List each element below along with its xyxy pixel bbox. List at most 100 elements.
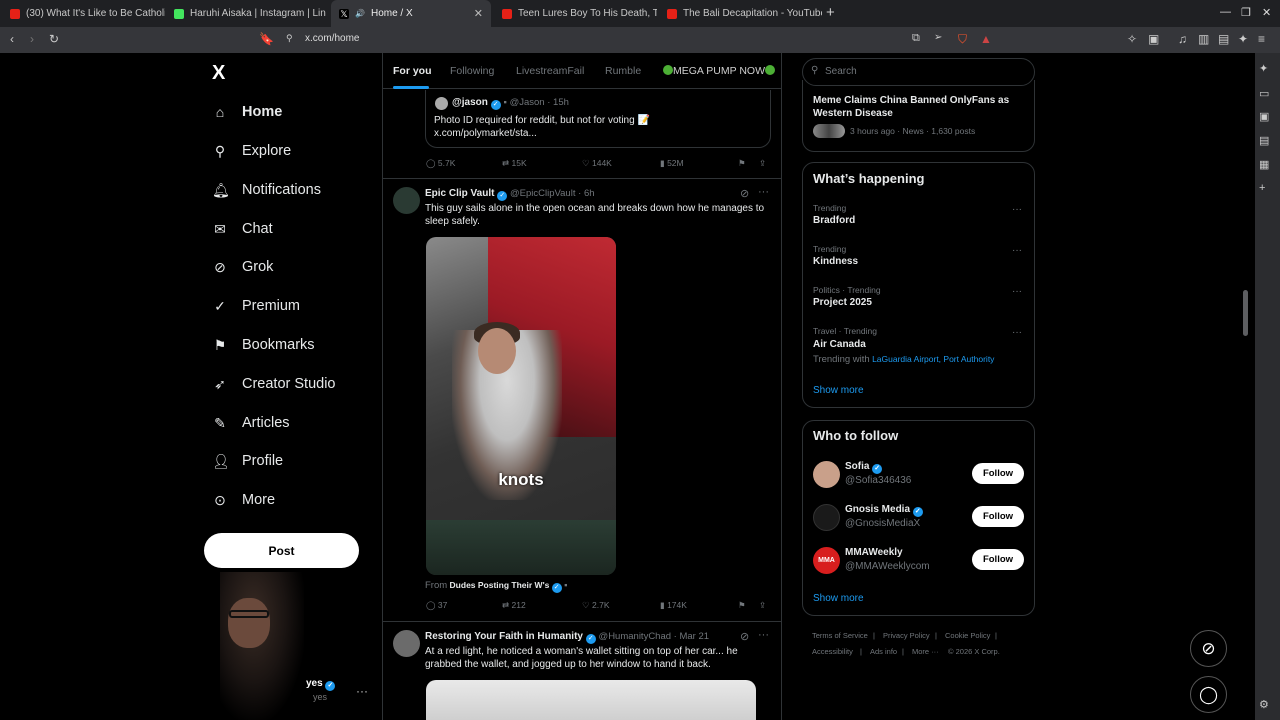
- brave-rewards-icon[interactable]: ▲: [980, 32, 992, 46]
- browser-tab-1[interactable]: (30) What It's Like to Be Catholic: [2, 0, 165, 27]
- trend-more-icon[interactable]: ···: [1012, 204, 1022, 215]
- nav-home[interactable]: ⌂ Home: [212, 101, 283, 123]
- grok-float-button[interactable]: ⊘: [1190, 630, 1227, 667]
- music-icon[interactable]: ♫: [1178, 32, 1187, 46]
- tab-livestreamfail[interactable]: LivestreamFail: [516, 65, 584, 77]
- wallet-icon[interactable]: ▣: [1148, 32, 1159, 46]
- post-more-icon[interactable]: ···: [758, 629, 769, 641]
- forward-icon[interactable]: ›: [30, 32, 34, 46]
- bookmark-icon[interactable]: ⚑: [738, 600, 746, 611]
- x-logo[interactable]: X: [212, 62, 225, 85]
- account-more-icon[interactable]: ···: [356, 684, 368, 698]
- bookmark-icon[interactable]: ⚑: [738, 158, 746, 169]
- trend-more-icon[interactable]: ···: [1012, 245, 1022, 256]
- views-button[interactable]: ▮ 52M: [660, 158, 684, 169]
- brave-shield-icon[interactable]: ⛉: [958, 32, 967, 47]
- nav-notifications[interactable]: 🔔︎ Notifications: [212, 179, 321, 201]
- like-button[interactable]: ♡ 144K: [582, 158, 612, 169]
- nav-more[interactable]: ⊙ More: [212, 489, 275, 511]
- mmaweekly-logo-icon[interactable]: MMA: [813, 547, 840, 574]
- avatar[interactable]: [813, 504, 840, 531]
- avatar[interactable]: [393, 630, 420, 657]
- footer-more[interactable]: More ···: [912, 647, 939, 656]
- trend-more-icon[interactable]: ···: [1012, 286, 1022, 297]
- wallet-toolbar-icon[interactable]: ▤: [1218, 32, 1229, 46]
- bookmarks-side-icon[interactable]: ▤: [1259, 134, 1269, 147]
- bookmark-page-icon[interactable]: 🔖: [259, 32, 274, 46]
- nav-premium[interactable]: ✓ Premium: [212, 295, 300, 317]
- tab-for-you[interactable]: For you: [393, 65, 432, 77]
- footer-privacy[interactable]: Privacy Policy: [883, 631, 930, 640]
- repost-button[interactable]: ⇄ 15K: [502, 158, 527, 169]
- nav-articles[interactable]: ✎ Articles: [212, 412, 289, 434]
- post-button[interactable]: Post: [204, 533, 359, 568]
- tab-rumble[interactable]: Rumble: [605, 65, 641, 77]
- reply-button[interactable]: ◯ 5.7K: [426, 158, 455, 169]
- footer-ads[interactable]: Ads info: [870, 647, 897, 656]
- follow-button[interactable]: Follow: [972, 549, 1024, 570]
- nav-grok[interactable]: ⊘ Grok: [212, 256, 273, 278]
- chat-float-button[interactable]: ◯: [1190, 676, 1227, 713]
- post-image[interactable]: [426, 680, 756, 720]
- wallet-side-icon[interactable]: ▣: [1259, 110, 1269, 123]
- menu-icon[interactable]: ≡: [1258, 32, 1265, 46]
- share-icon[interactable]: ⇪: [759, 158, 766, 169]
- video-source[interactable]: From Dudes Posting Their W's ✓ ▪: [425, 580, 567, 593]
- nav-bookmarks[interactable]: ⚑ Bookmarks: [212, 334, 315, 356]
- browser-tab-3[interactable]: 𝕏 🔊 Home / X ✕: [331, 0, 491, 27]
- trend-more-icon[interactable]: ···: [1012, 327, 1022, 338]
- trend-item[interactable]: Kindness: [813, 256, 858, 267]
- browser-tab-2[interactable]: Haruhi Aisaka | Instagram | Lin: [166, 0, 329, 27]
- trend-item[interactable]: Project 2025: [813, 297, 872, 308]
- like-button[interactable]: ♡ 2.7K: [582, 600, 610, 611]
- repost-button[interactable]: ⇄ 212: [502, 600, 526, 611]
- maximize-icon[interactable]: ❐: [1241, 6, 1251, 19]
- nav-profile[interactable]: 👤︎ Profile: [212, 450, 283, 472]
- tab-mega-pump[interactable]: MEGA PUMP NOW: [663, 65, 775, 77]
- new-tab-button[interactable]: +: [826, 4, 835, 21]
- follow-name[interactable]: MMAWeekly: [845, 547, 903, 558]
- add-side-icon[interactable]: +: [1259, 182, 1265, 194]
- follow-name[interactable]: Sofia ✓: [845, 461, 883, 474]
- browser-tab-5[interactable]: The Bali Decapitation - YouTube: [659, 0, 822, 27]
- avatar[interactable]: [393, 187, 420, 214]
- views-button[interactable]: ▮ 174K: [660, 600, 687, 611]
- minimize-icon[interactable]: —: [1220, 6, 1231, 18]
- trend-item[interactable]: Air Canada: [813, 339, 866, 350]
- address-bar[interactable]: x.com/home: [305, 33, 359, 44]
- sidebar-toggle-icon[interactable]: ▥: [1198, 32, 1209, 46]
- nav-creator-studio[interactable]: ➶ Creator Studio: [212, 373, 335, 395]
- open-external-icon[interactable]: ⧉: [912, 32, 920, 45]
- footer-cookie[interactable]: Cookie Policy: [945, 631, 990, 640]
- close-icon[interactable]: ✕: [474, 7, 483, 20]
- share-icon[interactable]: ⇪: [759, 600, 766, 611]
- site-info-icon[interactable]: ⚲: [286, 33, 293, 44]
- avatar[interactable]: [813, 461, 840, 488]
- reply-button[interactable]: ◯ 37: [426, 600, 447, 611]
- quoted-post-link[interactable]: x.com/polymarket/sta...: [434, 127, 537, 140]
- news-headline[interactable]: Meme Claims China Banned OnlyFans as Wes…: [813, 94, 1028, 120]
- follow-button[interactable]: Follow: [972, 506, 1024, 527]
- scrollbar[interactable]: [1243, 290, 1248, 336]
- media-side-icon[interactable]: ▭: [1259, 87, 1269, 100]
- follow-name[interactable]: Gnosis Media ✓: [845, 504, 923, 517]
- post-more-icon[interactable]: ···: [758, 186, 769, 198]
- nav-explore[interactable]: ⚲ Explore: [212, 140, 291, 162]
- settings-side-icon[interactable]: ⚙: [1259, 698, 1269, 711]
- nav-chat[interactable]: ✉ Chat: [212, 218, 273, 240]
- window-close-icon[interactable]: ✕: [1262, 6, 1271, 19]
- send-icon[interactable]: ➢: [934, 32, 942, 43]
- grok-post-icon[interactable]: ⊘: [740, 187, 749, 200]
- browser-tab-4[interactable]: Teen Lures Boy To His Death, Th: [494, 0, 657, 27]
- back-icon[interactable]: ‹: [10, 32, 14, 46]
- trends-show-more[interactable]: Show more: [813, 385, 864, 396]
- trend-item[interactable]: Bradford: [813, 215, 855, 226]
- tab-following[interactable]: Following: [450, 65, 494, 77]
- follow-show-more[interactable]: Show more: [813, 593, 864, 604]
- reload-icon[interactable]: ↻: [49, 32, 59, 46]
- follow-button[interactable]: Follow: [972, 463, 1024, 484]
- extensions-icon[interactable]: ✧: [1127, 32, 1137, 46]
- grok-post-icon[interactable]: ⊘: [740, 630, 749, 643]
- account-name[interactable]: yes ✓: [306, 678, 336, 691]
- reading-list-icon[interactable]: ▦: [1259, 158, 1269, 171]
